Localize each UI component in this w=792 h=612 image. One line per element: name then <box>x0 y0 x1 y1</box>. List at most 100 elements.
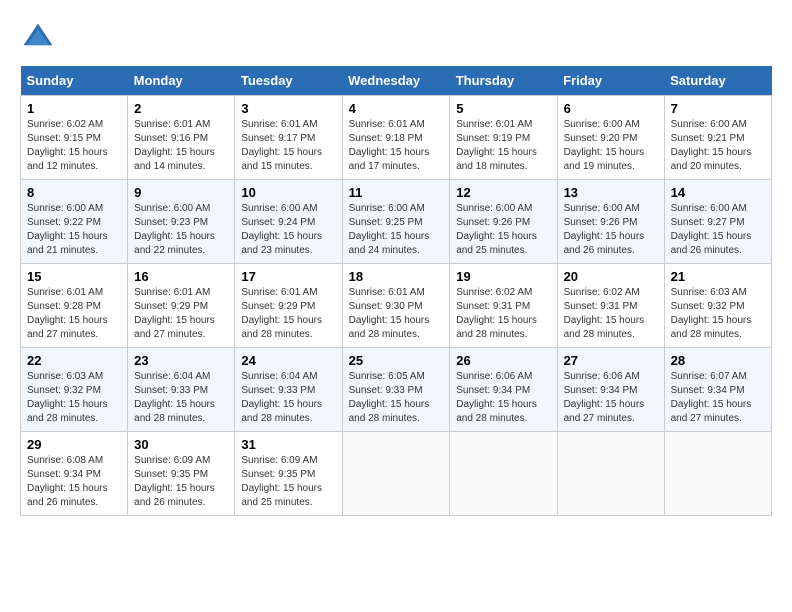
col-header-friday: Friday <box>557 66 664 96</box>
week-row-1: 1 Sunrise: 6:02 AMSunset: 9:15 PMDayligh… <box>21 96 772 180</box>
calendar-table: SundayMondayTuesdayWednesdayThursdayFrid… <box>20 66 772 516</box>
day-number: 31 <box>241 437 335 452</box>
day-number: 6 <box>564 101 658 116</box>
day-info: Sunrise: 6:02 AMSunset: 9:31 PMDaylight:… <box>456 286 550 342</box>
day-number: 23 <box>134 353 228 368</box>
calendar-cell: 30 Sunrise: 6:09 AMSunset: 9:35 PMDaylig… <box>128 432 235 516</box>
day-number: 19 <box>456 269 550 284</box>
day-number: 10 <box>241 185 335 200</box>
day-info: Sunrise: 6:01 AMSunset: 9:16 PMDaylight:… <box>134 118 228 174</box>
calendar-cell: 19 Sunrise: 6:02 AMSunset: 9:31 PMDaylig… <box>450 264 557 348</box>
day-number: 29 <box>27 437 121 452</box>
day-info: Sunrise: 6:01 AMSunset: 9:17 PMDaylight:… <box>241 118 335 174</box>
day-number: 2 <box>134 101 228 116</box>
calendar-cell <box>664 432 771 516</box>
calendar-cell: 29 Sunrise: 6:08 AMSunset: 9:34 PMDaylig… <box>21 432 128 516</box>
calendar-cell: 25 Sunrise: 6:05 AMSunset: 9:33 PMDaylig… <box>342 348 450 432</box>
day-number: 21 <box>671 269 765 284</box>
day-number: 5 <box>456 101 550 116</box>
day-info: Sunrise: 6:00 AMSunset: 9:22 PMDaylight:… <box>27 202 121 258</box>
day-info: Sunrise: 6:09 AMSunset: 9:35 PMDaylight:… <box>134 454 228 510</box>
day-info: Sunrise: 6:01 AMSunset: 9:29 PMDaylight:… <box>134 286 228 342</box>
calendar-cell: 15 Sunrise: 6:01 AMSunset: 9:28 PMDaylig… <box>21 264 128 348</box>
calendar-cell: 27 Sunrise: 6:06 AMSunset: 9:34 PMDaylig… <box>557 348 664 432</box>
day-number: 1 <box>27 101 121 116</box>
day-number: 16 <box>134 269 228 284</box>
day-info: Sunrise: 6:01 AMSunset: 9:28 PMDaylight:… <box>27 286 121 342</box>
day-info: Sunrise: 6:01 AMSunset: 9:19 PMDaylight:… <box>456 118 550 174</box>
day-info: Sunrise: 6:02 AMSunset: 9:31 PMDaylight:… <box>564 286 658 342</box>
day-info: Sunrise: 6:06 AMSunset: 9:34 PMDaylight:… <box>456 370 550 426</box>
week-row-5: 29 Sunrise: 6:08 AMSunset: 9:34 PMDaylig… <box>21 432 772 516</box>
day-info: Sunrise: 6:08 AMSunset: 9:34 PMDaylight:… <box>27 454 121 510</box>
calendar-cell: 17 Sunrise: 6:01 AMSunset: 9:29 PMDaylig… <box>235 264 342 348</box>
col-header-saturday: Saturday <box>664 66 771 96</box>
day-number: 13 <box>564 185 658 200</box>
day-number: 18 <box>349 269 444 284</box>
calendar-cell <box>342 432 450 516</box>
day-info: Sunrise: 6:06 AMSunset: 9:34 PMDaylight:… <box>564 370 658 426</box>
day-info: Sunrise: 6:01 AMSunset: 9:30 PMDaylight:… <box>349 286 444 342</box>
calendar-cell: 13 Sunrise: 6:00 AMSunset: 9:26 PMDaylig… <box>557 180 664 264</box>
day-number: 11 <box>349 185 444 200</box>
week-row-4: 22 Sunrise: 6:03 AMSunset: 9:32 PMDaylig… <box>21 348 772 432</box>
calendar-cell <box>557 432 664 516</box>
day-number: 27 <box>564 353 658 368</box>
day-info: Sunrise: 6:03 AMSunset: 9:32 PMDaylight:… <box>671 286 765 342</box>
day-info: Sunrise: 6:00 AMSunset: 9:23 PMDaylight:… <box>134 202 228 258</box>
logo-icon <box>20 20 56 56</box>
calendar-cell: 20 Sunrise: 6:02 AMSunset: 9:31 PMDaylig… <box>557 264 664 348</box>
logo <box>20 20 60 56</box>
day-info: Sunrise: 6:00 AMSunset: 9:24 PMDaylight:… <box>241 202 335 258</box>
day-number: 22 <box>27 353 121 368</box>
calendar-cell <box>450 432 557 516</box>
calendar-cell: 6 Sunrise: 6:00 AMSunset: 9:20 PMDayligh… <box>557 96 664 180</box>
day-number: 25 <box>349 353 444 368</box>
page-header <box>20 20 772 56</box>
calendar-cell: 5 Sunrise: 6:01 AMSunset: 9:19 PMDayligh… <box>450 96 557 180</box>
day-number: 30 <box>134 437 228 452</box>
day-info: Sunrise: 6:09 AMSunset: 9:35 PMDaylight:… <box>241 454 335 510</box>
calendar-cell: 11 Sunrise: 6:00 AMSunset: 9:25 PMDaylig… <box>342 180 450 264</box>
day-number: 9 <box>134 185 228 200</box>
day-number: 20 <box>564 269 658 284</box>
day-info: Sunrise: 6:04 AMSunset: 9:33 PMDaylight:… <box>134 370 228 426</box>
calendar-cell: 14 Sunrise: 6:00 AMSunset: 9:27 PMDaylig… <box>664 180 771 264</box>
day-number: 3 <box>241 101 335 116</box>
calendar-cell: 26 Sunrise: 6:06 AMSunset: 9:34 PMDaylig… <box>450 348 557 432</box>
day-number: 28 <box>671 353 765 368</box>
calendar-cell: 10 Sunrise: 6:00 AMSunset: 9:24 PMDaylig… <box>235 180 342 264</box>
calendar-cell: 12 Sunrise: 6:00 AMSunset: 9:26 PMDaylig… <box>450 180 557 264</box>
day-info: Sunrise: 6:05 AMSunset: 9:33 PMDaylight:… <box>349 370 444 426</box>
calendar-cell: 3 Sunrise: 6:01 AMSunset: 9:17 PMDayligh… <box>235 96 342 180</box>
day-info: Sunrise: 6:01 AMSunset: 9:18 PMDaylight:… <box>349 118 444 174</box>
col-header-tuesday: Tuesday <box>235 66 342 96</box>
day-info: Sunrise: 6:00 AMSunset: 9:25 PMDaylight:… <box>349 202 444 258</box>
day-info: Sunrise: 6:07 AMSunset: 9:34 PMDaylight:… <box>671 370 765 426</box>
day-info: Sunrise: 6:03 AMSunset: 9:32 PMDaylight:… <box>27 370 121 426</box>
day-number: 8 <box>27 185 121 200</box>
day-info: Sunrise: 6:00 AMSunset: 9:26 PMDaylight:… <box>456 202 550 258</box>
calendar-cell: 16 Sunrise: 6:01 AMSunset: 9:29 PMDaylig… <box>128 264 235 348</box>
day-number: 14 <box>671 185 765 200</box>
week-row-2: 8 Sunrise: 6:00 AMSunset: 9:22 PMDayligh… <box>21 180 772 264</box>
day-number: 12 <box>456 185 550 200</box>
calendar-cell: 7 Sunrise: 6:00 AMSunset: 9:21 PMDayligh… <box>664 96 771 180</box>
day-info: Sunrise: 6:04 AMSunset: 9:33 PMDaylight:… <box>241 370 335 426</box>
calendar-cell: 24 Sunrise: 6:04 AMSunset: 9:33 PMDaylig… <box>235 348 342 432</box>
day-number: 7 <box>671 101 765 116</box>
day-number: 4 <box>349 101 444 116</box>
calendar-cell: 1 Sunrise: 6:02 AMSunset: 9:15 PMDayligh… <box>21 96 128 180</box>
day-info: Sunrise: 6:01 AMSunset: 9:29 PMDaylight:… <box>241 286 335 342</box>
calendar-cell: 18 Sunrise: 6:01 AMSunset: 9:30 PMDaylig… <box>342 264 450 348</box>
calendar-cell: 31 Sunrise: 6:09 AMSunset: 9:35 PMDaylig… <box>235 432 342 516</box>
col-header-monday: Monday <box>128 66 235 96</box>
day-info: Sunrise: 6:00 AMSunset: 9:20 PMDaylight:… <box>564 118 658 174</box>
col-header-wednesday: Wednesday <box>342 66 450 96</box>
day-number: 26 <box>456 353 550 368</box>
calendar-cell: 8 Sunrise: 6:00 AMSunset: 9:22 PMDayligh… <box>21 180 128 264</box>
calendar-cell: 4 Sunrise: 6:01 AMSunset: 9:18 PMDayligh… <box>342 96 450 180</box>
col-header-sunday: Sunday <box>21 66 128 96</box>
day-info: Sunrise: 6:00 AMSunset: 9:21 PMDaylight:… <box>671 118 765 174</box>
calendar-cell: 9 Sunrise: 6:00 AMSunset: 9:23 PMDayligh… <box>128 180 235 264</box>
